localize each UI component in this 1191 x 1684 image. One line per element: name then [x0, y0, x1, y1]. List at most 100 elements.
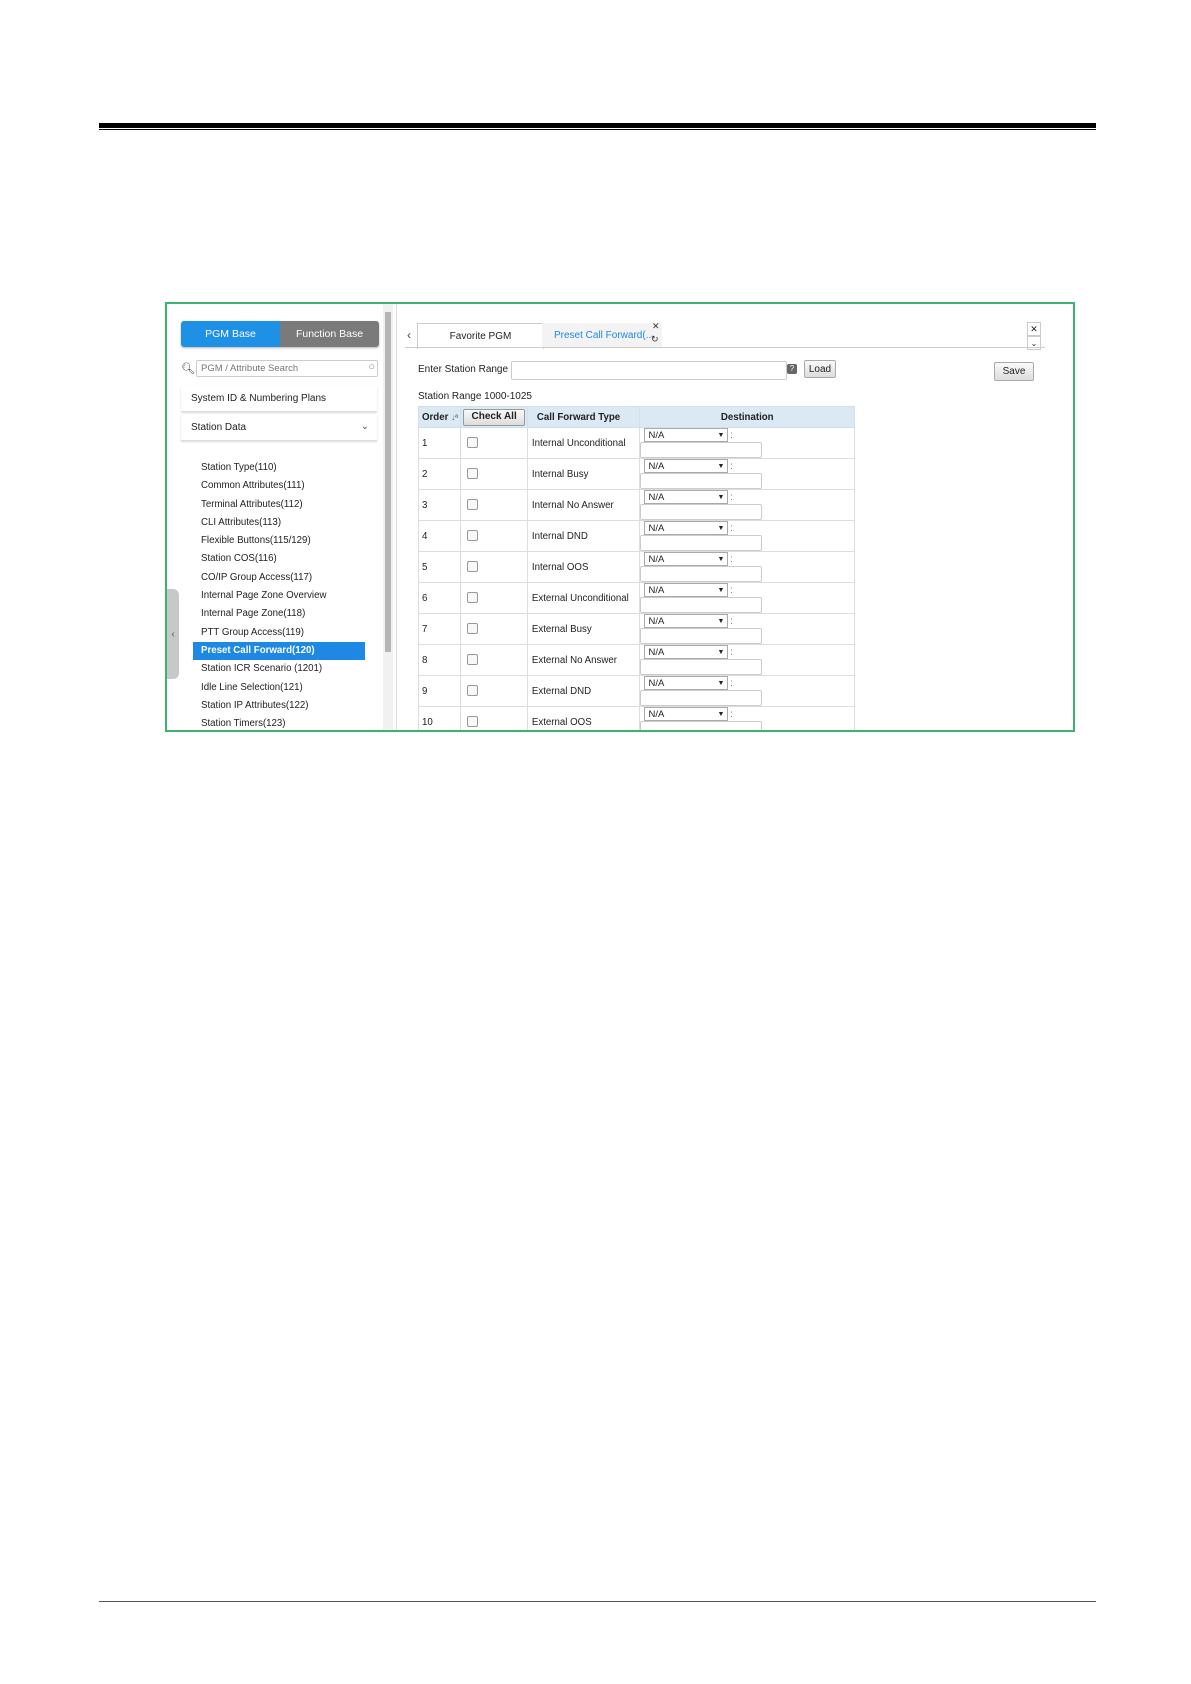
order-header-label: Order: [422, 411, 449, 423]
sidebar-item[interactable]: Preset Call Forward(120): [193, 641, 365, 661]
destination-input[interactable]: [640, 535, 763, 551]
destination-cell: N/A ▼:: [639, 582, 855, 614]
base-toggle: PGM Base Function Base: [181, 321, 379, 347]
row-checkbox[interactable]: [467, 437, 479, 449]
menu-section-system-id[interactable]: System ID & Numbering Plans: [181, 386, 377, 412]
sidebar-item[interactable]: CO/IP Group Access(117): [193, 569, 365, 587]
table-row: 10 External OOS N/A ▼:: [417, 706, 855, 730]
search-settings-icon[interactable]: ○: [368, 361, 375, 373]
tab-favorite-pgm[interactable]: Favorite PGM: [417, 323, 544, 349]
close-all-icon[interactable]: ✕: [1027, 322, 1041, 336]
destination-type-select[interactable]: N/A ▼: [644, 490, 729, 504]
table-row: 2 Internal Busy N/A ▼:: [417, 458, 855, 490]
scrollbar-thumb[interactable]: [385, 312, 391, 652]
row-checkbox[interactable]: [467, 716, 479, 728]
destination-type-select[interactable]: N/A ▼: [644, 428, 729, 442]
destination-input[interactable]: [640, 566, 763, 582]
tab-scroll-left-icon[interactable]: ‹: [407, 328, 411, 342]
save-button[interactable]: Save: [994, 362, 1034, 381]
separator: :: [730, 708, 733, 720]
destination-input[interactable]: [640, 628, 763, 644]
close-tab-icon[interactable]: ✕: [652, 321, 660, 332]
row-checkbox[interactable]: [467, 530, 479, 542]
check-all-button[interactable]: Check All: [463, 408, 526, 426]
call-forward-type-cell: Internal No Answer: [526, 489, 641, 521]
table-row: 4 Internal DND N/A ▼:: [417, 520, 855, 552]
separator: :: [730, 677, 733, 689]
call-forward-type-cell: Internal OOS: [526, 551, 641, 583]
table-row: 3 Internal No Answer N/A ▼:: [417, 489, 855, 521]
help-icon[interactable]: ?: [787, 364, 797, 374]
select-value: N/A: [648, 461, 665, 472]
collapse-sidebar-handle[interactable]: ‹: [167, 589, 179, 679]
destination-type-select[interactable]: N/A ▼: [644, 707, 729, 721]
destination-type-select[interactable]: N/A ▼: [644, 676, 729, 690]
select-value: N/A: [648, 709, 665, 720]
station-range-input[interactable]: [511, 361, 787, 380]
sidebar-item[interactable]: Terminal Attributes(112): [193, 496, 365, 514]
row-checkbox[interactable]: [467, 468, 479, 480]
menu-items-list: Station Type(110) Common Attributes(111) T…: [193, 459, 365, 730]
tab-list-chevron-icon[interactable]: ⌄: [1027, 336, 1041, 350]
row-checkbox[interactable]: [467, 654, 479, 666]
row-checkbox-cell: [460, 520, 528, 552]
column-header-order[interactable]: Order ↓ª: [417, 406, 462, 428]
sidebar-item[interactable]: Common Attributes(111): [193, 477, 365, 495]
sidebar-scrollbar[interactable]: [383, 304, 393, 730]
sidebar-item[interactable]: Flexible Buttons(115/129): [193, 532, 365, 550]
destination-input[interactable]: [640, 504, 763, 520]
tab-preset-call-forward[interactable]: Preset Call Forward(...: [542, 323, 662, 348]
row-checkbox-cell: [460, 582, 528, 614]
separator: :: [730, 646, 733, 658]
destination-input[interactable]: [640, 690, 763, 706]
sidebar-item[interactable]: Station IP Attributes(122): [193, 697, 365, 715]
destination-input[interactable]: [640, 597, 763, 613]
sidebar-item[interactable]: CLI Attributes(113): [193, 514, 365, 532]
destination-input[interactable]: [640, 659, 763, 675]
destination-type-select[interactable]: N/A ▼: [644, 521, 729, 535]
destination-cell: N/A ▼:: [639, 644, 855, 676]
sidebar-item[interactable]: Internal Page Zone Overview: [193, 587, 365, 605]
sidebar-item[interactable]: Station Type(110): [193, 459, 365, 477]
sidebar-item[interactable]: Station ICR Scenario (1201): [193, 660, 365, 678]
function-base-button[interactable]: Function Base: [280, 321, 379, 347]
row-checkbox-cell: [460, 675, 528, 707]
destination-type-select[interactable]: N/A ▼: [644, 583, 729, 597]
destination-type-select[interactable]: N/A ▼: [644, 552, 729, 566]
sidebar-item[interactable]: PTT Group Access(119): [193, 624, 365, 642]
destination-input[interactable]: [640, 721, 763, 730]
load-button[interactable]: Load: [804, 360, 836, 378]
destination-cell: N/A ▼:: [639, 427, 855, 459]
sidebar-item[interactable]: Station COS(116): [193, 550, 365, 568]
sidebar-item[interactable]: Internal Page Zone(118): [193, 605, 365, 623]
menu-section-station-data[interactable]: Station Data ⌄: [181, 415, 377, 441]
sort-icon[interactable]: ↓ª: [451, 413, 458, 422]
sidebar-item[interactable]: Idle Line Selection(121): [193, 679, 365, 697]
row-checkbox-cell: [460, 427, 528, 459]
order-cell: 9: [417, 675, 462, 707]
sidebar-item[interactable]: Station Timers(123): [193, 715, 365, 730]
row-checkbox[interactable]: [467, 561, 479, 573]
table-row: 9 External DND N/A ▼:: [417, 675, 855, 707]
refresh-tab-icon[interactable]: ↻: [651, 334, 659, 345]
destination-input[interactable]: [640, 473, 763, 489]
row-checkbox-cell: [460, 489, 528, 521]
call-forward-type-cell: External DND: [526, 675, 641, 707]
pgm-base-button[interactable]: PGM Base: [181, 321, 280, 347]
row-checkbox[interactable]: [467, 499, 479, 511]
main-panel: ‹ Favorite PGM Preset Call Forward(... ✕…: [397, 304, 1073, 730]
destination-type-select[interactable]: N/A ▼: [644, 645, 729, 659]
destination-input[interactable]: [640, 442, 763, 458]
row-checkbox[interactable]: [467, 623, 479, 635]
row-checkbox[interactable]: [467, 685, 479, 697]
menu-section-label: System ID & Numbering Plans: [191, 393, 327, 404]
destination-type-select[interactable]: N/A ▼: [644, 459, 729, 473]
row-checkbox[interactable]: [467, 592, 479, 604]
station-range-label: Enter Station Range :: [418, 364, 514, 375]
menu-section-label: Station Data: [191, 422, 247, 433]
chevron-down-icon: ⌄: [360, 421, 369, 432]
destination-type-select[interactable]: N/A ▼: [644, 614, 729, 628]
destination-cell: N/A ▼:: [639, 551, 855, 583]
search-input[interactable]: [196, 360, 378, 377]
station-range-text: Station Range 1000-1025: [418, 391, 532, 402]
